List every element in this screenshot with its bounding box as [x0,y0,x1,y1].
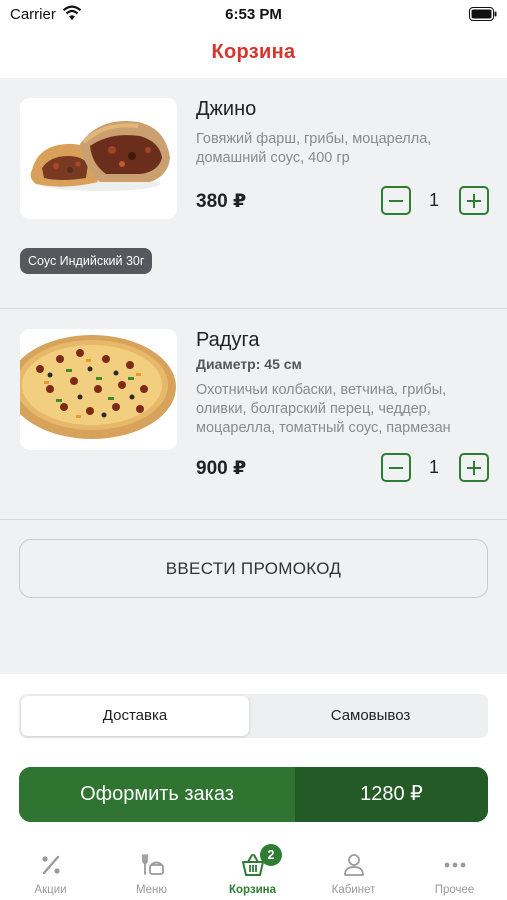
status-bar: Carrier 6:53 PM [0,0,507,30]
divider [0,519,507,520]
order-total: 1280 ₽ [295,767,488,822]
cart-list: Джино Говяжий фарш, грибы, моцарелла, до… [0,78,507,674]
tab-bar: Акции Меню 2 Корзина Кабинет Прочее [0,840,507,900]
tab-label: Прочее [434,884,475,896]
tab-label: Корзина [228,884,277,896]
nav-header: Корзина [0,30,507,78]
product-image [20,98,177,219]
tab-label: Меню [135,884,168,896]
cart-screen: Carrier 6:53 PM Корзина Джино Говяжий фа… [0,0,507,900]
cart-count-badge: 2 [260,844,282,866]
pickup-option[interactable]: Самовывоз [255,696,486,736]
percent-icon [38,852,64,878]
tab-label: Кабинет [331,884,376,896]
product-size: Диаметр: 45 см [196,356,302,372]
delivery-method-toggle: Доставка Самовывоз [19,694,488,738]
decrease-quantity-button[interactable] [381,186,411,215]
product-price: 380 ₽ [196,191,247,212]
product-name: Радуга [196,329,260,351]
promo-code-button[interactable]: ВВЕСТИ ПРОМОКОД [19,539,488,598]
tab-account[interactable]: Кабинет [303,840,404,900]
tab-promotions[interactable]: Акции [0,840,101,900]
more-icon [442,852,468,878]
delivery-option[interactable]: Доставка [21,696,249,736]
product-price: 900 ₽ [196,458,247,479]
product-description: Говяжий фарш, грибы, моцарелла, домашний… [196,131,432,166]
tab-more[interactable]: Прочее [404,840,505,900]
page-title: Корзина [211,41,296,63]
decrease-quantity-button[interactable] [381,453,411,482]
quantity-value: 1 [428,457,439,477]
cart-item: Джино Говяжий фарш, грибы, моцарелла, до… [0,78,507,308]
tab-label: Акции [34,884,67,896]
menu-icon [139,852,165,878]
product-image [20,329,177,450]
product-name: Джино [196,98,257,120]
product-description: Охотничьи колбаски, ветчина, грибы, олив… [196,382,451,436]
checkout-label: Оформить заказ [19,767,295,822]
addon-chip: Соус Индийский 30г [20,248,153,274]
quantity-value: 1 [428,190,439,210]
user-icon [341,852,367,878]
cart-item: Радуга Диаметр: 45 см Охотничьи колбаски… [0,309,507,519]
clock: 6:53 PM [225,6,282,23]
checkout-button[interactable]: Оформить заказ 1280 ₽ [19,767,488,822]
battery-icon [469,7,497,26]
tab-menu[interactable]: Меню [101,840,202,900]
increase-quantity-button[interactable] [459,453,489,482]
tab-cart[interactable]: 2 Корзина [202,840,303,900]
increase-quantity-button[interactable] [459,186,489,215]
